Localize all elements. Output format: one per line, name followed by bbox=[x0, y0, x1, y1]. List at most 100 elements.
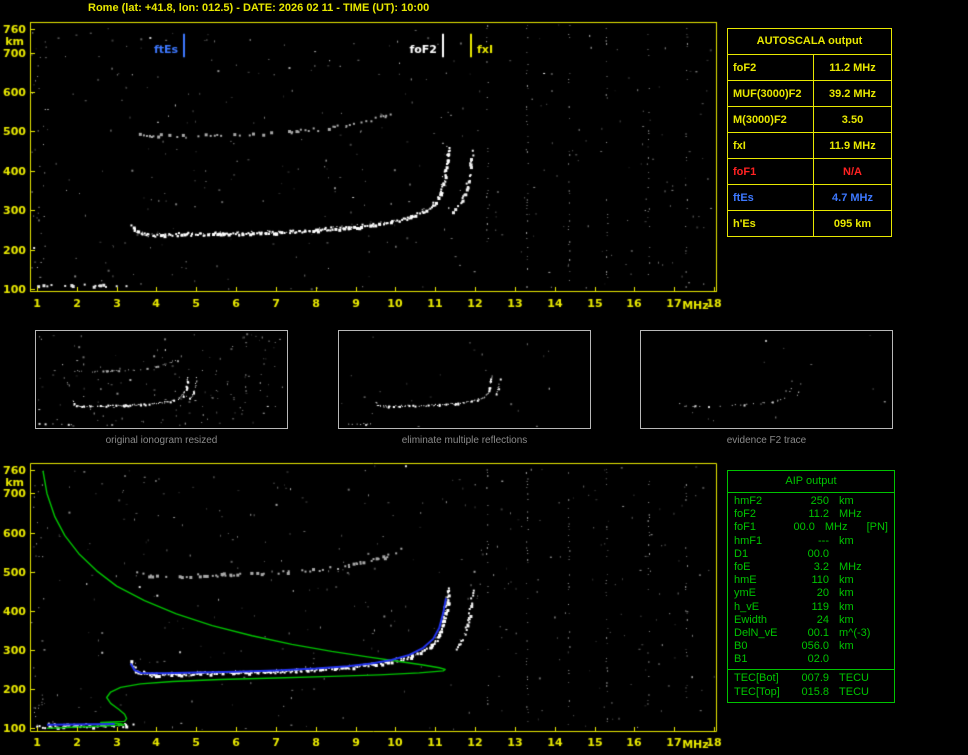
aip-row: hmF2 250 km bbox=[728, 495, 894, 508]
thumbnail-cleaned-ionogram bbox=[338, 330, 591, 429]
aip-param-value: --- bbox=[818, 534, 830, 547]
aip-param-unit: km bbox=[839, 495, 854, 507]
aip-param-name: hmE bbox=[734, 574, 757, 587]
aip-param-name: TEC[Bot] bbox=[734, 672, 779, 685]
aip-param-name: TEC[Top] bbox=[734, 685, 780, 698]
aip-param-name: DelN_vE bbox=[734, 626, 778, 639]
thumbnail-f2-trace bbox=[640, 330, 893, 429]
autoscala-param-label: foF1 bbox=[728, 159, 814, 184]
autoscala-param-label: M(3000)F2 bbox=[728, 107, 814, 132]
aip-param-unit: MHz bbox=[839, 560, 862, 573]
aip-row: Ewidth 24 km bbox=[728, 614, 894, 627]
aip-param-value: 250 bbox=[810, 495, 830, 507]
aip-param-unit: MHz bbox=[824, 521, 848, 534]
autoscala-param-value: 39.2 MHz bbox=[828, 87, 877, 100]
profile-ionogram-canvas bbox=[0, 455, 725, 755]
aip-param-name: Ewidth bbox=[734, 613, 768, 626]
aip-param-unit: km bbox=[839, 574, 854, 587]
aip-param-name: hmF1 bbox=[734, 534, 763, 547]
page-title: Rome (lat: +41.8, lon: 012.5) - DATE: 20… bbox=[88, 2, 430, 14]
aip-param-value: 00.0 bbox=[793, 521, 815, 534]
aip-row: foF2 11.2 MHz bbox=[728, 508, 894, 521]
thumbnail-cleaned-canvas bbox=[339, 331, 590, 428]
thumbnail-f2-canvas bbox=[641, 331, 892, 428]
autoscala-param-label: fxI bbox=[728, 133, 814, 158]
autoscala-param-label: ftEs bbox=[728, 185, 814, 210]
autoscala-param-value: 11.9 MHz bbox=[829, 139, 876, 152]
aip-param-name: B1 bbox=[734, 653, 748, 666]
aip-row: B1 02.0 bbox=[728, 653, 894, 666]
autoscala-row: h'Es 095 km bbox=[728, 211, 891, 236]
aip-param-unit: km bbox=[839, 640, 854, 653]
aip-param-name: hmF2 bbox=[734, 495, 763, 507]
aip-row: h_vE 119 km bbox=[728, 601, 894, 614]
thumbnail-caption: evidence F2 trace bbox=[726, 435, 807, 446]
aip-param-name: B0 bbox=[734, 640, 748, 653]
aip-param-value: 056.0 bbox=[801, 640, 830, 653]
aip-row: hmF1 --- km bbox=[728, 535, 894, 548]
aip-row: D1 00.0 bbox=[728, 548, 894, 561]
aip-param-value: 00.0 bbox=[807, 547, 830, 560]
aip-param-name: foF1 bbox=[734, 521, 757, 534]
aip-param-value: 11.2 bbox=[808, 508, 830, 521]
aip-row: ymE 20 km bbox=[728, 587, 894, 600]
autoscala-param-value: 11.2 MHz bbox=[829, 61, 876, 74]
aip-param-value: 3.2 bbox=[813, 560, 830, 573]
aip-row: TEC[Bot] 007.9 TECU bbox=[728, 672, 894, 685]
aip-param-value: 20 bbox=[816, 587, 830, 600]
aip-table-rows: hmF2 250 km foF2 11.2 MHz foF1 00.0 MHz [PN] hmF1-… bbox=[728, 493, 894, 666]
aip-param-name: D1 bbox=[734, 547, 749, 560]
autoscala-row: ftEs 4.7 MHz bbox=[728, 185, 891, 211]
aip-param-value: 110 bbox=[811, 574, 830, 587]
autoscala-table-title: AUTOSCALA output bbox=[728, 29, 891, 55]
autoscala-row: fxI 11.9 MHz bbox=[728, 133, 891, 159]
autoscala-param-value: 095 km bbox=[833, 217, 872, 230]
aip-row: foF1 00.0 MHz [PN] bbox=[728, 521, 894, 534]
aip-param-unit: m^(-3) bbox=[839, 626, 871, 639]
aip-table-title: AIP output bbox=[728, 471, 894, 493]
thumbnail-original-ionogram bbox=[35, 330, 288, 429]
aip-param-name: h_vE bbox=[734, 600, 760, 613]
aip-param-unit: TECU bbox=[839, 672, 869, 685]
autoscala-param-label: MUF(3000)F2 bbox=[728, 81, 814, 106]
aip-param-unit: km bbox=[839, 587, 854, 600]
aip-param-unit: km bbox=[839, 600, 854, 613]
aip-row: hmE 110 km bbox=[728, 574, 894, 587]
aip-output-table: AIP output hmF2 250 km foF2 11.2 MHz foF1 00.0 M… bbox=[727, 470, 895, 703]
aip-param-name: foE bbox=[734, 560, 751, 573]
aip-param-value: 24 bbox=[816, 613, 830, 626]
autoscala-window: Rome (lat: +41.8, lon: 012.5) - DATE: 20… bbox=[0, 0, 968, 755]
autoscala-param-value: N/A bbox=[843, 165, 862, 178]
autoscala-table-rows: foF2 11.2 MHz MUF(3000)F2 39.2 MHz M(3000)F2… bbox=[728, 55, 891, 236]
autoscala-param-value: 3.50 bbox=[841, 113, 864, 126]
aip-param-value: 015.8 bbox=[801, 685, 830, 698]
aip-param-unit bbox=[829, 548, 888, 561]
aip-row: B0 056.0 km bbox=[728, 640, 894, 653]
thumbnail-original-canvas bbox=[36, 331, 287, 428]
aip-param-flag: [PN] bbox=[866, 521, 888, 534]
autoscala-row: M(3000)F2 3.50 bbox=[728, 107, 891, 133]
autoscala-param-label: h'Es bbox=[728, 211, 814, 236]
autoscala-row: MUF(3000)F2 39.2 MHz bbox=[728, 81, 891, 107]
thumbnail-caption: eliminate multiple reflections bbox=[401, 435, 528, 446]
aip-row: foE 3.2 MHz bbox=[728, 561, 894, 574]
scaled-ionogram-canvas bbox=[0, 14, 725, 314]
thumbnail-caption: original ionogram resized bbox=[105, 435, 218, 446]
aip-param-unit: TECU bbox=[839, 685, 869, 698]
aip-row: DelN_vE 00.1 m^(-3) bbox=[728, 627, 894, 640]
aip-param-unit: km bbox=[839, 613, 854, 626]
aip-row: TEC[Top] 015.8 TECU bbox=[728, 686, 894, 699]
aip-param-unit: km bbox=[839, 534, 854, 547]
autoscala-row: foF2 11.2 MHz bbox=[728, 55, 891, 81]
aip-tec-rows: TEC[Bot] 007.9 TECU TEC[Top] 015.8 TECU bbox=[728, 669, 894, 698]
aip-param-unit bbox=[829, 653, 888, 666]
aip-param-value: 007.9 bbox=[801, 672, 830, 685]
autoscala-output-table: AUTOSCALA output foF2 11.2 MHz MUF(3000)F2… bbox=[727, 28, 892, 237]
aip-param-value: 02.0 bbox=[807, 653, 830, 666]
aip-param-unit: MHz bbox=[839, 508, 862, 521]
aip-param-value: 119 bbox=[811, 600, 830, 613]
aip-param-value: 00.1 bbox=[807, 626, 830, 639]
aip-param-name: foF2 bbox=[734, 508, 757, 521]
aip-param-name: ymE bbox=[734, 587, 756, 600]
autoscala-row: foF1 N/A bbox=[728, 159, 891, 185]
